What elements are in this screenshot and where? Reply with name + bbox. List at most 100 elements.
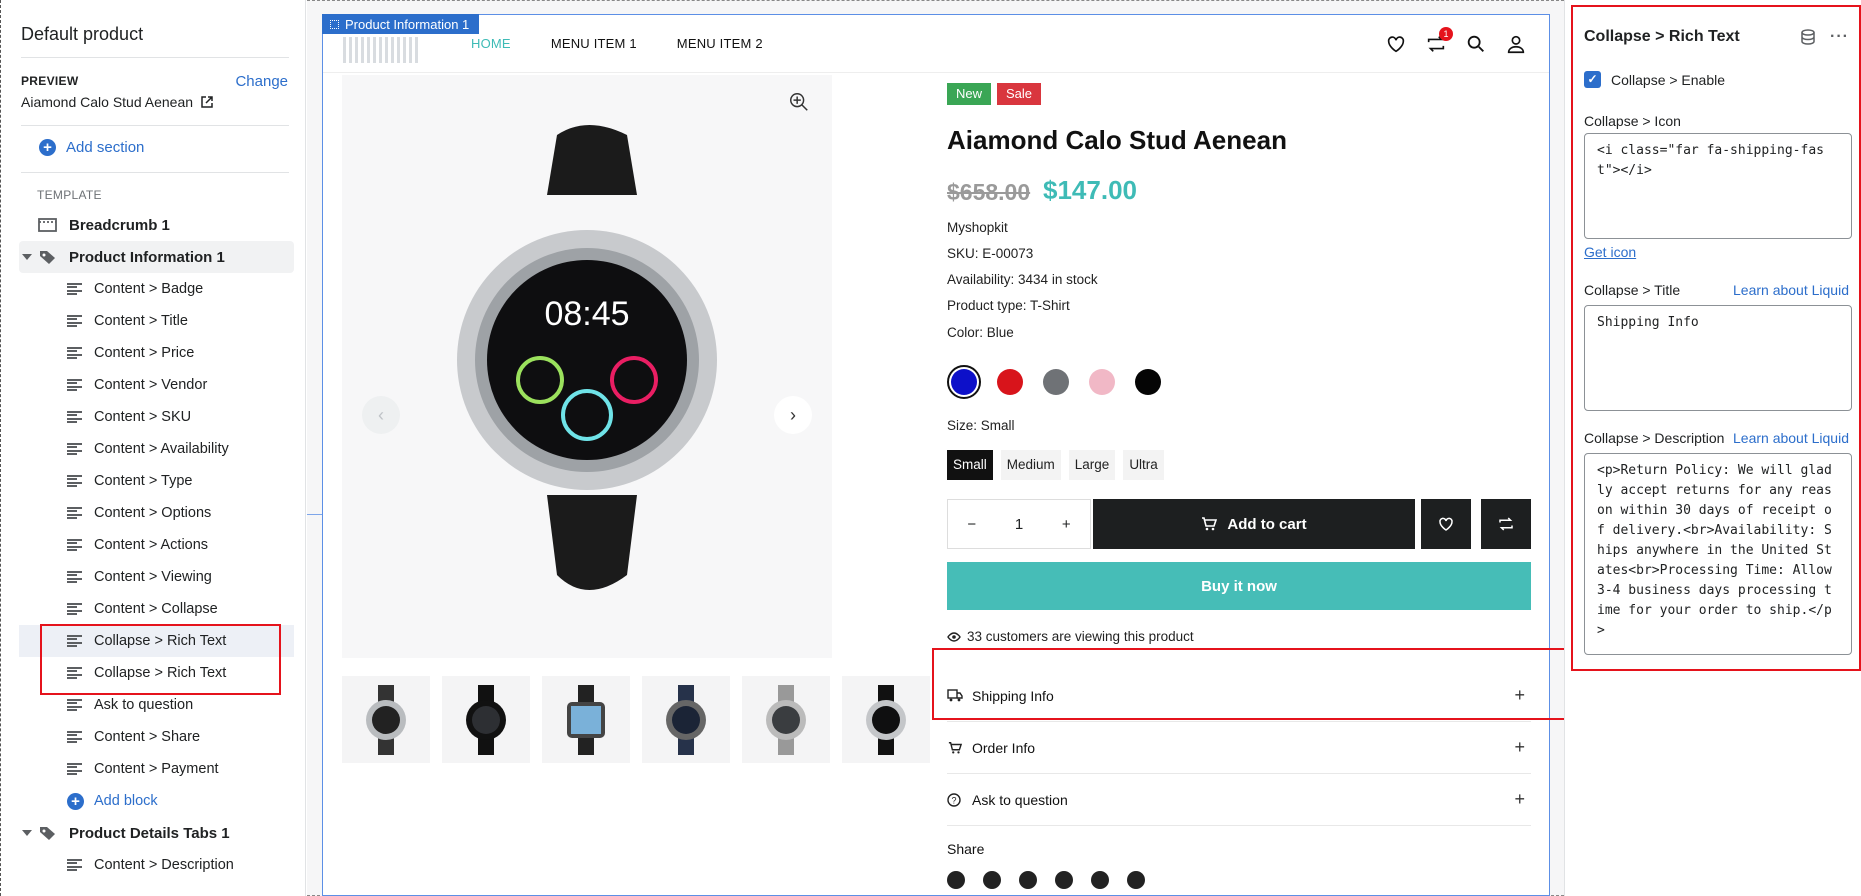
template-label: TEMPLATE	[37, 188, 102, 202]
more-options-icon[interactable]: ···	[1830, 28, 1849, 46]
section-product-details-tabs[interactable]: Product Details Tabs 1	[19, 817, 294, 849]
color-swatch-gray[interactable]	[1039, 365, 1073, 399]
tree-item-label: Content > Price	[94, 345, 195, 361]
checkmark-icon[interactable]: ✓	[1584, 71, 1601, 88]
quantity-value[interactable]: 1	[1015, 516, 1023, 533]
block-collapse-rich-text-2[interactable]: Collapse > Rich Text	[19, 657, 294, 689]
change-preview-link[interactable]: Change	[235, 73, 288, 90]
section-breadcrumb[interactable]: Breadcrumb 1	[19, 209, 294, 241]
product-title: Aiamond Calo Stud Aenean	[947, 125, 1287, 155]
compare-button[interactable]	[1481, 499, 1531, 549]
text-block-icon	[67, 506, 82, 520]
database-icon[interactable]	[1800, 29, 1816, 45]
quantity-stepper: − 1 +	[947, 499, 1091, 549]
section-label-tag[interactable]: Product Information 1	[322, 14, 480, 34]
block-content-type[interactable]: Content > Type	[19, 465, 294, 497]
telegram-icon[interactable]	[1055, 871, 1073, 889]
minus-icon[interactable]: −	[967, 516, 976, 533]
text-block-icon	[67, 378, 82, 392]
block-content-collapse[interactable]: Content > Collapse	[19, 593, 294, 625]
panel-title: Collapse > Rich Text	[1584, 28, 1740, 45]
size-ultra[interactable]: Ultra	[1123, 450, 1164, 480]
nav-home[interactable]: HOME	[471, 36, 511, 51]
block-ask-to-question[interactable]: Ask to question	[19, 689, 294, 721]
product-information-section[interactable]: HOME MENU ITEM 1 MENU ITEM 2 1 ‹ › 08:45…	[322, 14, 1550, 896]
plus-icon[interactable]: +	[1062, 516, 1071, 533]
block-content-vendor[interactable]: Content > Vendor	[19, 369, 294, 401]
block-content-badge[interactable]: Content > Badge	[19, 273, 294, 305]
size-medium[interactable]: Medium	[1000, 450, 1061, 480]
collapse-shipping-info[interactable]: Shipping Info +	[947, 670, 1531, 722]
size-small[interactable]: Small	[947, 450, 993, 480]
watch-thumbnail-icon	[466, 684, 506, 755]
thumbnail[interactable]	[442, 676, 530, 763]
add-block-button[interactable]: + Add block	[19, 785, 294, 817]
thumbnail[interactable]	[342, 676, 430, 763]
buy-it-now-button[interactable]: Buy it now	[947, 562, 1531, 610]
caret-down-icon[interactable]	[22, 830, 32, 836]
title-textarea[interactable]: Shipping Info	[1584, 305, 1852, 411]
external-link-icon[interactable]	[201, 96, 213, 108]
sale-price: $147.00	[1043, 175, 1137, 205]
preview-product[interactable]: Aiamond Calo Stud Aenean	[21, 94, 213, 110]
block-content-options[interactable]: Content > Options	[19, 497, 294, 529]
icon-textarea[interactable]: <i class="far fa-shipping-fast"></i>	[1584, 133, 1852, 239]
block-content-description[interactable]: Content > Description	[19, 849, 294, 881]
collapse-ask-question[interactable]: ? Ask to question +	[947, 774, 1531, 826]
color-swatch-red[interactable]	[993, 365, 1027, 399]
tree-item-label: Product Information 1	[69, 248, 225, 266]
block-content-availability[interactable]: Content > Availability	[19, 433, 294, 465]
block-content-actions[interactable]: Content > Actions	[19, 529, 294, 561]
caret-down-icon[interactable]	[22, 254, 32, 260]
facebook-icon[interactable]	[947, 871, 965, 889]
color-swatch-pink[interactable]	[1085, 365, 1119, 399]
block-content-price[interactable]: Content > Price	[19, 337, 294, 369]
plus-icon[interactable]: +	[1514, 737, 1525, 758]
tree-item-label: Content > SKU	[94, 409, 192, 425]
search-icon[interactable]	[1465, 33, 1487, 55]
tag-icon	[40, 827, 55, 840]
tree-item-label: Content > Vendor	[94, 377, 208, 393]
learn-liquid-link[interactable]: Learn about Liquid	[1733, 282, 1849, 298]
twitter-icon[interactable]	[983, 871, 1001, 889]
size-large[interactable]: Large	[1068, 450, 1116, 480]
store-logo[interactable]	[343, 37, 418, 63]
section-product-information[interactable]: Product Information 1	[19, 241, 294, 273]
thumbnail[interactable]	[742, 676, 830, 763]
collapse-order-info[interactable]: Order Info +	[947, 722, 1531, 774]
thumbnail[interactable]	[642, 676, 730, 763]
collapse-enable-checkbox[interactable]: ✓ Collapse > Enable	[1584, 71, 1725, 88]
plus-icon[interactable]: +	[1514, 685, 1525, 706]
block-content-sku[interactable]: Content > SKU	[19, 401, 294, 433]
add-to-cart-button[interactable]: Add to cart	[1093, 499, 1415, 549]
block-content-viewing[interactable]: Content > Viewing	[19, 561, 294, 593]
svg-text:?: ?	[951, 795, 956, 805]
add-section-button[interactable]: + Add section	[39, 139, 144, 156]
color-swatch-blue[interactable]	[947, 365, 981, 399]
prev-image-button[interactable]: ‹	[362, 396, 400, 434]
plus-circle-icon: +	[67, 792, 84, 810]
plus-icon[interactable]: +	[1514, 789, 1525, 810]
block-collapse-rich-text-1[interactable]: Collapse > Rich Text	[19, 625, 294, 657]
compare-button[interactable]: 1	[1425, 27, 1453, 55]
nav-menu-item-2[interactable]: MENU ITEM 2	[677, 36, 763, 51]
wishlist-button[interactable]	[1421, 499, 1471, 549]
get-icon-link[interactable]: Get icon	[1584, 244, 1636, 260]
heart-icon[interactable]	[1385, 33, 1407, 55]
block-content-payment[interactable]: Content > Payment	[19, 753, 294, 785]
description-textarea[interactable]: <p>Return Policy: We will gladly accept …	[1584, 453, 1852, 655]
user-icon[interactable]	[1505, 33, 1527, 55]
thumbnail[interactable]	[842, 676, 930, 763]
thumbnail[interactable]	[542, 676, 630, 763]
color-swatch-black[interactable]	[1131, 365, 1165, 399]
product-main-image[interactable]: ‹ › 08:45	[342, 75, 832, 658]
next-image-button[interactable]: ›	[774, 396, 812, 434]
pinterest-icon[interactable]	[1019, 871, 1037, 889]
nav-menu-item-1[interactable]: MENU ITEM 1	[551, 36, 637, 51]
block-content-share[interactable]: Content > Share	[19, 721, 294, 753]
messenger-icon[interactable]	[1127, 871, 1145, 889]
zoom-in-icon[interactable]	[788, 91, 810, 113]
learn-liquid-link[interactable]: Learn about Liquid	[1733, 430, 1849, 446]
email-icon[interactable]	[1091, 871, 1109, 889]
block-content-title[interactable]: Content > Title	[19, 305, 294, 337]
